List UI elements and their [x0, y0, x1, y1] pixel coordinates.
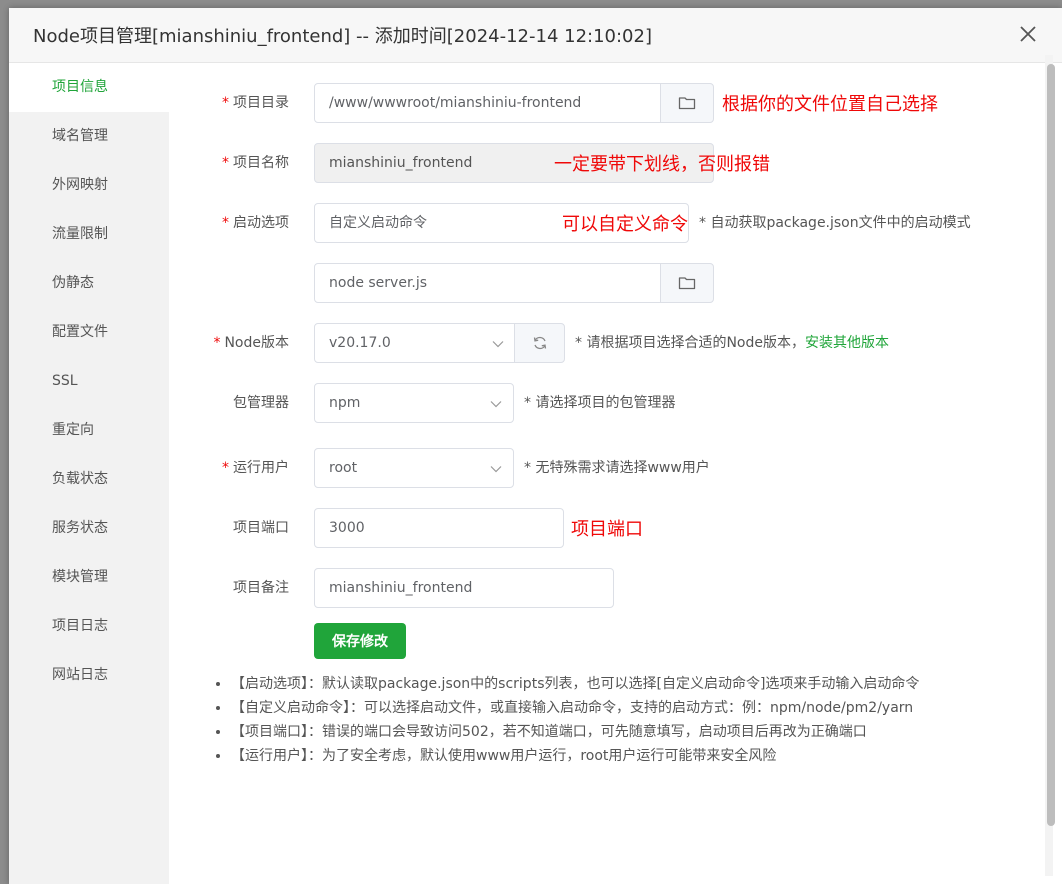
node-version-hint: * 请根据项目选择合适的Node版本，安装其他版本: [575, 323, 889, 363]
scrollbar-thumb[interactable]: [1047, 64, 1055, 826]
annotation-option: 可以自定义命令: [562, 214, 688, 235]
port-label: 项目端口: [233, 520, 289, 536]
list-item: 【运行用户】：为了安全考虑，默认使用www用户运行，root用户运行可能带来安全…: [231, 744, 1031, 768]
project-name-label: * 项目名称: [169, 143, 289, 183]
project-dir-label: * 项目目录: [169, 83, 289, 123]
run-user-hint: * 无特殊需求请选择www用户: [524, 460, 710, 476]
package-manager-select[interactable]: npm: [314, 383, 514, 423]
annotation-dir: 根据你的文件位置自己选择: [722, 94, 938, 115]
refresh-icon: [533, 336, 546, 350]
required-mark: *: [222, 215, 229, 231]
chevron-down-icon: [490, 466, 502, 473]
sidebar-item-project-info[interactable]: 项目信息: [9, 63, 169, 112]
project-dialog: Node项目管理[mianshiniu_frontend] -- 添加时间[20…: [9, 8, 1062, 884]
refresh-node-version-button[interactable]: [514, 323, 565, 363]
start-option-hint: * 自动获取package.json文件中的启动模式: [699, 215, 971, 231]
sidebar-item-service-status[interactable]: 服务状态: [9, 504, 169, 553]
close-icon: [1020, 26, 1036, 42]
sidebar-item-site-log[interactable]: 网站日志: [9, 651, 169, 700]
sidebar-item-traffic-limit[interactable]: 流量限制: [9, 210, 169, 259]
sidebar-item-project-log[interactable]: 项目日志: [9, 602, 169, 651]
project-name-label-text: 项目名称: [233, 155, 289, 171]
chevron-down-icon: [492, 341, 504, 348]
folder-icon: [678, 97, 696, 110]
node-version-select[interactable]: v20.17.0: [314, 323, 516, 363]
node-version-hint-text: * 请根据项目选择合适的Node版本，: [575, 335, 805, 351]
port-input[interactable]: 3000: [314, 508, 564, 548]
node-version-value: v20.17.0: [329, 335, 391, 351]
package-manager-label: 包管理器: [233, 395, 289, 411]
run-user-value: root: [329, 460, 358, 476]
package-manager-hint: * 请选择项目的包管理器: [524, 395, 676, 411]
annotation-name: 一定要带下划线，否则报错: [554, 154, 770, 175]
required-mark: *: [222, 460, 229, 476]
dialog-title: Node项目管理[mianshiniu_frontend] -- 添加时间[20…: [33, 26, 652, 47]
required-mark: *: [213, 335, 221, 351]
start-command-input[interactable]: node server.js: [314, 263, 662, 303]
project-dir-input[interactable]: /www/wwwroot/mianshiniu-frontend: [314, 83, 662, 123]
dialog-header: Node项目管理[mianshiniu_frontend] -- 添加时间[20…: [9, 8, 1062, 63]
chevron-down-icon: [490, 401, 502, 408]
node-version-label-text: Node版本: [224, 335, 289, 351]
folder-icon: [678, 277, 696, 290]
list-item: 【启动选项】：默认读取package.json中的scripts列表，也可以选择…: [231, 672, 1031, 696]
sidebar-item-ssl[interactable]: SSL: [9, 357, 169, 406]
run-user-select[interactable]: root: [314, 448, 514, 488]
sidebar-item-redirect[interactable]: 重定向: [9, 406, 169, 455]
required-mark: *: [222, 155, 229, 171]
run-user-label-text: 运行用户: [233, 460, 289, 476]
start-option-label-text: 启动选项: [233, 215, 289, 231]
sidebar-item-domain[interactable]: 域名管理: [9, 112, 169, 161]
list-item: 【自定义启动命令】：可以选择启动文件，或直接输入启动命令，支持的启动方式：例：n…: [231, 696, 1031, 720]
install-other-version-link[interactable]: 安装其他版本: [805, 335, 889, 351]
required-mark: *: [222, 95, 229, 111]
sidebar-item-rewrite[interactable]: 伪静态: [9, 259, 169, 308]
package-manager-value: npm: [329, 395, 361, 411]
sidebar-item-config-file[interactable]: 配置文件: [9, 308, 169, 357]
sidebar-item-modules[interactable]: 模块管理: [9, 553, 169, 602]
project-dir-browse-button[interactable]: [660, 83, 714, 123]
sidebar-item-load-status[interactable]: 负载状态: [9, 455, 169, 504]
sidebar-item-external-mapping[interactable]: 外网映射: [9, 161, 169, 210]
remark-label: 项目备注: [233, 580, 289, 596]
remark-input[interactable]: mianshiniu_frontend: [314, 568, 614, 608]
tips-list: 【启动选项】：默认读取package.json中的scripts列表，也可以选择…: [211, 672, 1031, 768]
run-user-label: * 运行用户: [169, 448, 289, 488]
close-button[interactable]: [1014, 20, 1042, 48]
annotation-port: 项目端口: [571, 519, 643, 540]
sidebar: 项目信息 域名管理 外网映射 流量限制 伪静态 配置文件 SSL 重定向 负载状…: [9, 63, 169, 884]
node-version-label: * Node版本: [169, 323, 289, 363]
save-button[interactable]: 保存修改: [314, 623, 406, 659]
start-option-label: * 启动选项: [169, 203, 289, 243]
project-dir-label-text: 项目目录: [233, 95, 289, 111]
start-file-browse-button[interactable]: [660, 263, 714, 303]
list-item: 【项目端口】：错误的端口会导致访问502，若不知道端口，可先随意填写，启动项目后…: [231, 720, 1031, 744]
